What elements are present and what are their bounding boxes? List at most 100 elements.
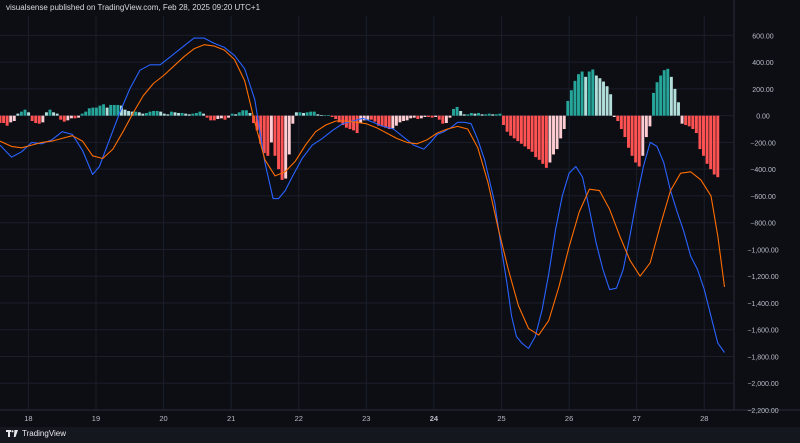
histogram-bar [380, 115, 384, 127]
histogram-bar [0, 115, 2, 124]
histogram-bar [184, 113, 188, 116]
histogram-bar [387, 115, 391, 130]
histogram-bar [177, 112, 181, 116]
histogram-bar [80, 113, 84, 116]
x-tick-label: 25 [497, 414, 505, 423]
histogram-bar [619, 115, 623, 130]
histogram-bar [230, 113, 234, 116]
x-tick-label: 23 [362, 414, 370, 423]
histogram-bar [555, 115, 559, 150]
histogram-bar [530, 115, 534, 152]
histogram-bar [91, 107, 95, 116]
histogram-bar [27, 112, 31, 116]
macd-chart: 600.00 400.00 200.00 0.00 −200.00 −400.00 −600… [0, 0, 800, 443]
histogram-bar [66, 115, 70, 121]
histogram-bar [477, 112, 480, 116]
histogram-bar [494, 114, 498, 116]
histogram-bar [34, 115, 38, 124]
histogram-bar [437, 115, 441, 120]
y-tick-label: −200.00 [750, 140, 776, 147]
histogram-bar [148, 111, 152, 116]
histogram-bar [112, 104, 116, 116]
histogram-bar [162, 113, 166, 116]
histogram-bar [30, 115, 34, 122]
histogram-bar [509, 115, 513, 136]
histogram-bar [73, 115, 77, 119]
histogram-bar [652, 92, 655, 116]
histogram-bar [137, 112, 141, 116]
histogram-bar [655, 82, 659, 116]
histogram-bar [173, 112, 177, 116]
histogram-bar [541, 115, 545, 164]
histogram-bar [127, 110, 131, 116]
x-tick-label: 20 [159, 414, 167, 423]
histogram-bar [702, 115, 705, 156]
histogram-bar [223, 115, 227, 120]
histogram-bar [144, 112, 148, 116]
x-tick-label: 19 [92, 414, 100, 423]
histogram-bar [641, 115, 645, 156]
histogram-bar [712, 115, 716, 175]
histogram-bar [577, 74, 580, 116]
histogram-bar [12, 115, 16, 122]
histogram-bar [152, 110, 156, 116]
histogram-bar [666, 68, 670, 116]
histogram-bar [355, 115, 359, 134]
histogram-bar [305, 112, 309, 116]
footer-brand[interactable]: TradingView [6, 429, 66, 438]
histogram-bar [159, 111, 163, 116]
x-tick-label: 28 [700, 414, 708, 423]
histogram-bar [155, 110, 159, 116]
histogram-bar [716, 115, 720, 178]
x-tick-label: 21 [227, 414, 235, 423]
histogram-bar [219, 115, 223, 119]
y-tick-label: −1,400.00 [747, 301, 778, 308]
y-tick-label: 600.00 [752, 33, 774, 40]
y-tick-label: −600.00 [750, 194, 776, 201]
histogram-bar [498, 113, 502, 116]
histogram-bar [441, 115, 445, 124]
histogram-bar [573, 80, 577, 116]
histogram-bar [405, 115, 409, 121]
histogram-bar [16, 113, 20, 116]
histogram-bar [52, 112, 56, 116]
histogram-bar [512, 115, 516, 139]
histogram-bar [616, 115, 620, 122]
y-tick-label: −400.00 [750, 167, 776, 174]
histogram-bar [244, 110, 248, 116]
histogram-bar [605, 86, 609, 116]
histogram-bar [609, 94, 613, 116]
histogram-bar [373, 115, 377, 122]
x-tick-label: 18 [24, 414, 32, 423]
histogram-bar [391, 115, 395, 129]
histogram-bar [544, 115, 548, 168]
tradingview-logo-icon [6, 429, 18, 437]
histogram-bar [280, 115, 284, 180]
histogram-bar [669, 76, 673, 116]
y-tick-label: −1,200.00 [747, 274, 778, 281]
histogram-bar [516, 115, 520, 142]
histogram-bar [444, 115, 448, 124]
histogram-bar [623, 115, 627, 138]
histogram-bar [459, 110, 463, 116]
x-tick-label: 22 [295, 414, 303, 423]
histogram-bar [587, 71, 591, 116]
histogram-bar [677, 102, 680, 116]
y-tick-label: −2,000.00 [747, 381, 778, 388]
histogram-bar [519, 115, 523, 144]
histogram-bar [266, 115, 270, 156]
histogram-bar [87, 108, 91, 116]
histogram-bar [612, 115, 616, 117]
histogram-bar [409, 115, 413, 119]
histogram-bar [194, 112, 198, 116]
histogram-bar [19, 111, 23, 116]
histogram-bar [527, 115, 530, 150]
histogram-bar [455, 106, 459, 116]
histogram-bar [427, 115, 430, 117]
histogram-bar [562, 115, 566, 130]
histogram-bar [419, 115, 423, 119]
footer-bar [0, 427, 800, 443]
histogram-bar [44, 112, 48, 116]
histogram-bar [319, 114, 323, 116]
histogram-bar [452, 108, 455, 116]
